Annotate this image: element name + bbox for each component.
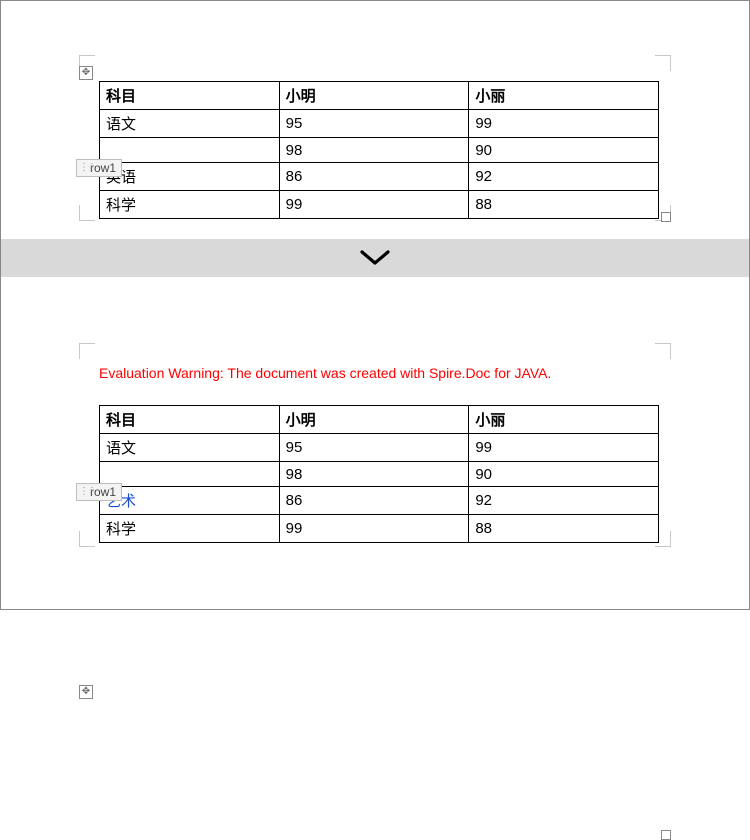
row-tag[interactable]: row1	[76, 483, 122, 501]
crop-mark	[655, 343, 671, 359]
table-row[interactable]: 科学 99 88	[100, 515, 659, 543]
cell: 科学	[100, 191, 280, 219]
cell: 科学	[100, 515, 280, 543]
table-row[interactable]: 98 90	[100, 462, 659, 487]
cell: 86	[279, 487, 469, 515]
header-xiaoming: 小明	[279, 406, 469, 434]
table-row[interactable]: 98 90	[100, 138, 659, 163]
row-tag[interactable]: row1	[76, 159, 122, 177]
table-move-handle-icon[interactable]: ✥	[79, 66, 93, 80]
table-row[interactable]: 科学 99 88	[100, 191, 659, 219]
table-row[interactable]: 语文 95 99	[100, 110, 659, 138]
table-resize-handle[interactable]	[661, 830, 671, 840]
table-move-handle-icon[interactable]: ✥	[79, 685, 93, 699]
score-table-before[interactable]: 科目 小明 小丽 语文 95 99 98 90 英语 86 92 科学 99	[99, 81, 659, 219]
cell: 99	[279, 191, 469, 219]
table-resize-handle[interactable]	[661, 212, 671, 222]
cell: 86	[279, 163, 469, 191]
cell	[100, 138, 280, 163]
cell-changed: 艺术	[100, 487, 280, 515]
table-row[interactable]: 英语 86 92	[100, 163, 659, 191]
cell	[100, 462, 280, 487]
separator-band	[1, 239, 749, 277]
row-tag-label: row1	[82, 161, 116, 175]
row-tag-label: row1	[82, 485, 116, 499]
table-row[interactable]: 艺术 86 92	[100, 487, 659, 515]
cell: 语文	[100, 434, 280, 462]
cell: 95	[279, 110, 469, 138]
cell: 99	[469, 110, 659, 138]
cell: 92	[469, 163, 659, 191]
header-subject: 科目	[100, 82, 280, 110]
cell: 98	[279, 462, 469, 487]
cell: 92	[469, 487, 659, 515]
chevron-down-icon	[358, 248, 392, 268]
header-xiaoli: 小丽	[469, 406, 659, 434]
score-table-after[interactable]: 科目 小明 小丽 语文 95 99 98 90 艺术 86 92 科学 99	[99, 405, 659, 543]
crop-mark	[655, 55, 671, 71]
cell: 88	[469, 191, 659, 219]
evaluation-warning: Evaluation Warning: The document was cre…	[99, 365, 659, 381]
header-subject: 科目	[100, 406, 280, 434]
cell: 英语	[100, 163, 280, 191]
crop-mark	[79, 343, 95, 359]
cell: 98	[279, 138, 469, 163]
table-header-row: 科目 小明 小丽	[100, 406, 659, 434]
cell: 88	[469, 515, 659, 543]
cell: 95	[279, 434, 469, 462]
cell: 90	[469, 462, 659, 487]
document-page-after: ✥ Evaluation Warning: The document was c…	[1, 277, 749, 583]
table-row[interactable]: 语文 95 99	[100, 434, 659, 462]
header-xiaoming: 小明	[279, 82, 469, 110]
cell: 99	[279, 515, 469, 543]
document-page-before: ✥ row1 科目 小明 小丽 语文 95 99 98 90 英语	[1, 1, 749, 239]
cell: 语文	[100, 110, 280, 138]
table-header-row: 科目 小明 小丽	[100, 82, 659, 110]
header-xiaoli: 小丽	[469, 82, 659, 110]
cell: 99	[469, 434, 659, 462]
cell: 90	[469, 138, 659, 163]
